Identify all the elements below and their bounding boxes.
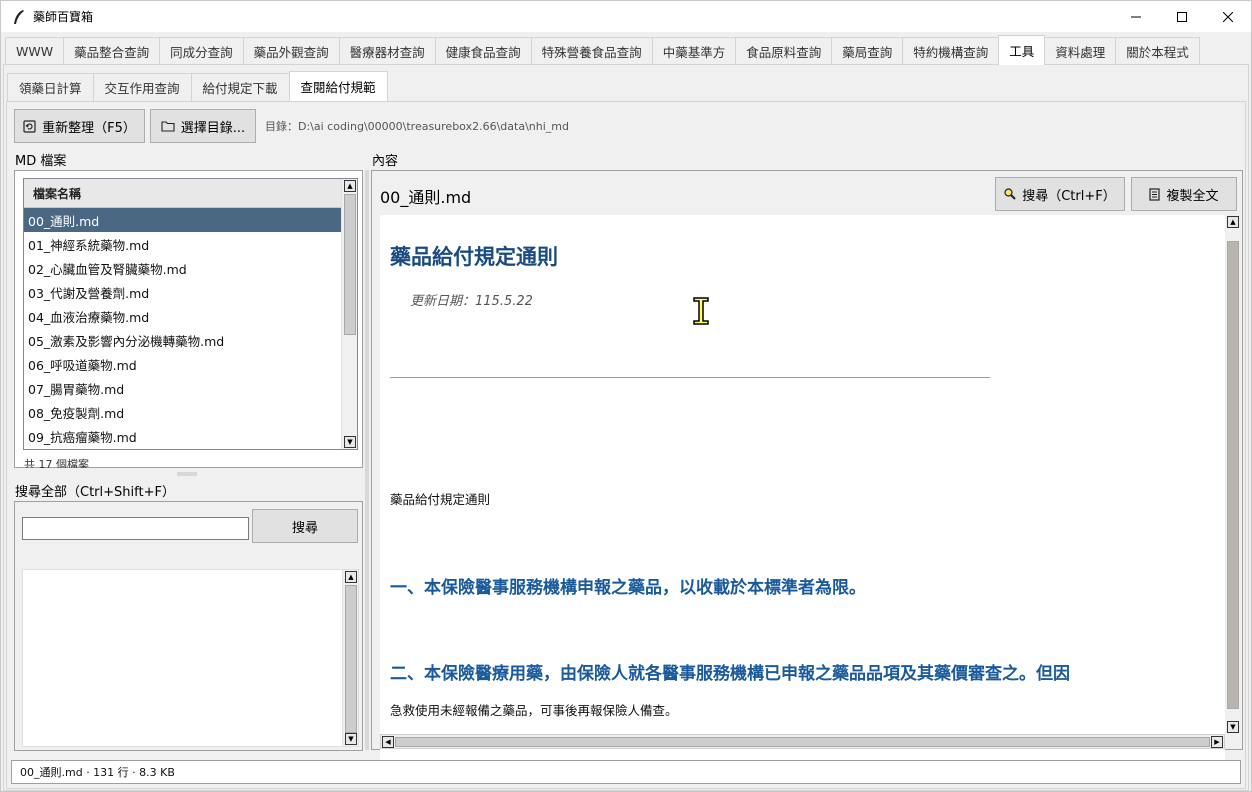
file-list-item[interactable]: 00_通則.md [24,208,342,232]
file-name-column-header[interactable]: 檔案名稱 [24,179,342,208]
file-list-item[interactable]: 07_腸胃藥物.md [24,376,342,400]
choose-directory-label: 選擇目錄... [180,120,246,136]
find-button-label: 搜尋（Ctrl+F） [1022,188,1116,204]
doc-heading: 藥品給付規定通則 [390,245,558,269]
tab-about[interactable]: 關於本程式 [1115,37,1200,65]
refresh-button[interactable]: 重新整理（F5） [14,109,145,143]
search-all-button[interactable]: 搜尋 [252,509,358,543]
subtab-rules-download[interactable]: 給付規定下載 [190,73,290,101]
tab-data-processing[interactable]: 資料處理 [1044,37,1117,65]
file-list-item[interactable]: 08_免疫製劑.md [24,400,342,424]
tools-tab-body: 領藥日計算 交互作用查詢 給付規定下載 查閱給付規範 重新整理（F5） 選擇目錄… [3,64,1249,791]
tab-contract-institution-search[interactable]: 特約機構查詢 [902,37,1000,65]
scroll-up-icon[interactable]: ▲ [344,180,356,192]
doc-paragraph: 急救使用未經報備之藥品，可事後再報保險人備查。 [390,703,678,718]
search-all-input[interactable] [22,517,249,540]
app-window: 藥師百寶箱 WWW 藥品整合查詢 同成分查詢 藥品外觀查詢 醫療器材查詢 健康食… [0,0,1252,792]
copy-all-label: 複製全文 [1166,188,1219,204]
sub-tab-bar: 領藥日計算 交互作用查詢 給付規定下載 查閱給付規範 [7,71,388,101]
horizontal-sash[interactable] [177,472,197,476]
scroll-thumb[interactable] [395,737,1210,747]
subtab-rules-viewer[interactable]: 查閱給付規範 [288,71,388,101]
tab-pharmacy-search[interactable]: 藥局查詢 [831,37,904,65]
feather-icon [14,9,24,24]
file-list-item[interactable]: 02_心臟血管及腎臟藥物.md [24,256,342,280]
close-button[interactable] [1205,1,1251,32]
results-scrollbar[interactable]: ▲ ▼ [342,570,358,746]
subtab-interaction[interactable]: 交互作用查詢 [92,73,192,101]
main-tab-bar: WWW 藥品整合查詢 同成分查詢 藥品外觀查詢 醫療器材查詢 健康食品查詢 特殊… [5,35,1200,65]
scroll-down-icon[interactable]: ▼ [344,436,356,448]
file-list-item[interactable]: 05_激素及影響內分泌機轉藥物.md [24,328,342,352]
file-count: 共 17 個檔案 [24,458,89,468]
file-list-item[interactable]: 01_神經系統藥物.md [24,232,342,256]
choose-directory-button[interactable]: 選擇目錄... [150,109,256,143]
tab-ingredient-search[interactable]: 同成分查詢 [159,37,244,65]
maximize-icon [1177,11,1187,22]
directory-path: 目錄：D:\ai coding\00000\treasurebox2.66\da… [265,120,569,133]
scroll-right-icon[interactable]: ▶ [1211,736,1223,748]
file-list-item[interactable]: 04_血液治療藥物.md [24,304,342,328]
find-button[interactable]: 搜尋（Ctrl+F） [995,177,1125,211]
document-vscroll[interactable]: ▲ ▼ [1225,215,1241,734]
tab-chinese-medicine[interactable]: 中藥基準方 [651,37,737,65]
file-list-item[interactable]: 03_代謝及營養劑.md [24,280,342,304]
scroll-down-icon[interactable]: ▼ [1227,721,1239,733]
window-title: 藥師百寶箱 [33,10,94,24]
search-icon [1004,188,1016,200]
tab-tools[interactable]: 工具 [998,35,1046,65]
scroll-thumb[interactable] [344,194,356,335]
file-list[interactable]: 檔案名稱 00_通則.md 01_神經系統藥物.md 02_心臟血管及腎臟藥物.md… [23,178,358,450]
minimize-button[interactable] [1113,1,1159,32]
text-cursor-icon [693,297,709,325]
vertical-sash[interactable] [365,170,369,750]
refresh-icon [23,119,36,133]
scroll-left-icon[interactable]: ◀ [382,736,394,748]
file-title: 00_通則.md [380,188,472,207]
search-results-list[interactable]: ▲ ▼ [22,569,359,747]
file-list-item[interactable]: 09_抗癌瘤藥物.md [24,424,342,448]
folder-icon [161,121,175,132]
copy-all-button[interactable]: 複製全文 [1131,177,1237,211]
copy-icon [1149,187,1161,201]
refresh-label: 重新整理（F5） [42,120,136,136]
rules-viewer-panel: 重新整理（F5） 選擇目錄... 目錄：D:\ai coding\00000\t… [6,101,1246,789]
doc-paragraph: 藥品給付規定通則 [390,492,491,507]
status-bar: 00_通則.md · 131 行 · 8.3 KB [11,760,1241,784]
document-scrollbar[interactable]: ▲ ▼ [1225,215,1241,734]
md-files-label: MD 檔案 [15,154,67,169]
doc-update-date: 更新日期：115.5.22 [410,294,533,309]
document-hscroll[interactable]: ◀ ▶ [380,734,1225,749]
maximize-button[interactable] [1159,1,1205,32]
doc-item-2: 二、本保險醫療用藥，由保險人就各醫事服務機構已申報之藥品品項及其藥價審查之。但因 [390,664,1070,684]
scroll-down-icon[interactable]: ▼ [345,733,357,745]
document-view[interactable]: 藥品給付規定通則 更新日期：115.5.22 藥品給付規定通則 一、本保險醫事服… [380,215,1225,763]
doc-item-1: 一、本保險醫事服務機構申報之藥品，以收載於本標準者為限。 [390,578,866,598]
file-list-scrollbar[interactable]: ▲ ▼ [341,179,357,449]
content-label: 內容 [372,154,399,169]
scroll-thumb[interactable] [345,585,357,733]
content-frame: 00_通則.md 搜尋（Ctrl+F） 複製全文 藥品給付規定通則 更新日期：1… [371,170,1243,763]
tab-device-search[interactable]: 醫療器材查詢 [338,37,436,65]
search-all-label: 搜尋全部（Ctrl+Shift+F） [15,485,175,500]
tab-health-food-search[interactable]: 健康食品查詢 [434,37,532,65]
tab-food-ingredient-search[interactable]: 食品原料查詢 [735,37,833,65]
scroll-thumb[interactable] [1227,241,1239,709]
file-list-item[interactable]: 06_呼吸道藥物.md [24,352,342,376]
title-bar: 藥師百寶箱 [1,1,1251,32]
minimize-icon [1131,16,1141,17]
doc-divider [390,377,990,378]
tab-www[interactable]: WWW [5,37,65,65]
subtab-dispense-date[interactable]: 領藥日計算 [7,73,94,101]
tab-nutrition-food-search[interactable]: 特殊營養食品查詢 [530,37,653,65]
search-all-frame: 搜尋 ▲ ▼ [14,501,363,751]
file-list-frame: 檔案名稱 00_通則.md 01_神經系統藥物.md 02_心臟血管及腎臟藥物.md… [14,170,363,468]
close-icon [1223,11,1233,22]
search-all-button-label: 搜尋 [291,520,318,536]
tab-appearance-search[interactable]: 藥品外觀查詢 [242,37,340,65]
tab-drug-search[interactable]: 藥品整合查詢 [63,37,161,65]
scroll-up-icon[interactable]: ▲ [345,571,357,583]
scroll-up-icon[interactable]: ▲ [1227,216,1239,228]
